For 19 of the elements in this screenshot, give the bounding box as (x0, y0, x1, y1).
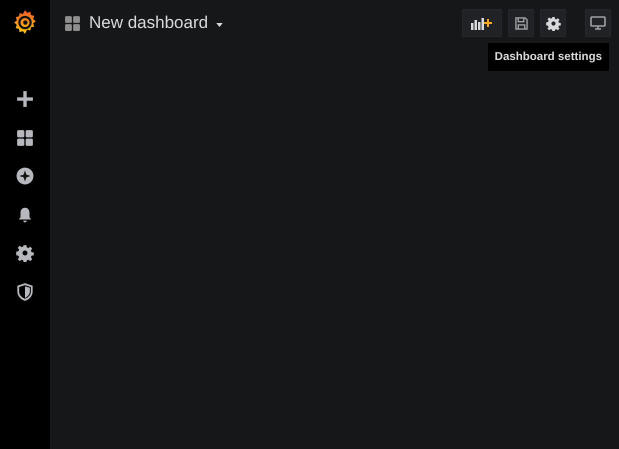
monitor-icon (590, 16, 606, 30)
settings-button[interactable] (540, 9, 566, 37)
save-icon (514, 16, 528, 30)
dashboards-icon[interactable] (16, 128, 34, 146)
dashboards-icon (64, 14, 81, 32)
bell-icon[interactable] (16, 206, 34, 224)
settings-icon (546, 16, 560, 30)
plus-icon[interactable] (16, 90, 34, 108)
gear-icon[interactable] (16, 244, 34, 262)
save-button[interactable] (508, 9, 534, 37)
add-panel-button[interactable] (462, 9, 502, 37)
shield-icon[interactable] (16, 282, 34, 300)
dashboard-title[interactable]: New dashboard (89, 13, 208, 33)
caret-icon[interactable] (216, 23, 224, 27)
compass-icon[interactable] (16, 167, 34, 185)
add-chart-icon (471, 16, 493, 30)
tooltip: Dashboard settings (488, 43, 609, 71)
monitor-button[interactable] (585, 9, 611, 37)
logo-icon[interactable] (12, 9, 38, 35)
